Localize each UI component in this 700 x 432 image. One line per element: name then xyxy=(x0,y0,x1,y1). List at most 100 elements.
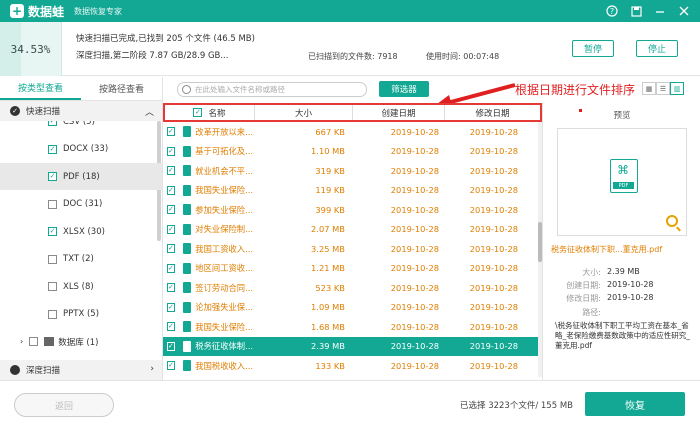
chevron-right-icon[interactable]: › xyxy=(150,364,154,374)
type-checkbox[interactable]: ✓ xyxy=(48,144,57,154)
expand-arrow-icon[interactable]: › xyxy=(20,337,23,346)
filter-button[interactable]: 筛选器 xyxy=(379,81,429,97)
database-icon xyxy=(44,337,55,346)
table-row[interactable]: ✓ 我国税收收入... 133 KB 2019-10-28 2019-10-28 xyxy=(163,356,542,376)
cell-size: 119 KB xyxy=(315,185,345,196)
cell-size: 1.68 MB xyxy=(311,321,345,332)
table-row[interactable]: ✓ 论加强失业保... 1.09 MB 2019-10-28 2019-10-28 xyxy=(163,298,542,318)
detail-view-icon[interactable]: ▥ xyxy=(670,82,684,95)
tree-item-label: PDF (18) xyxy=(63,171,100,182)
select-all-checkbox[interactable]: ✓ xyxy=(193,108,203,117)
table-row[interactable]: ✓ 参加失业保险... 399 KB 2019-10-28 2019-10-28 xyxy=(163,200,542,220)
close-icon[interactable] xyxy=(676,3,692,19)
row-checkbox[interactable]: ✓ xyxy=(167,205,175,215)
table-row[interactable]: ✓ 对失业保险制... 2.07 MB 2019-10-28 2019-10-28 xyxy=(163,220,542,240)
cell-modified: 2019-10-28 xyxy=(469,341,518,352)
row-checkbox[interactable]: ✓ xyxy=(167,322,175,332)
tree-item[interactable]: ✓ DOCX (33) xyxy=(0,136,162,163)
table-row[interactable]: ✓ 我国失业保险... 1.68 MB 2019-10-28 2019-10-28 xyxy=(163,317,542,337)
quick-scan-section[interactable]: ✓ 快速扫描 ︿ xyxy=(0,101,162,121)
tab-by-path[interactable]: 按路径查看 xyxy=(81,77,162,100)
tab-by-type[interactable]: 按类型查看 xyxy=(0,77,81,100)
row-checkbox[interactable]: ✓ xyxy=(167,283,175,293)
row-checkbox[interactable]: ✓ xyxy=(167,166,175,176)
svg-text:?: ? xyxy=(610,7,614,16)
cell-size: 523 KB xyxy=(315,282,345,293)
pdf-row-icon xyxy=(182,262,192,274)
table-row[interactable]: ✓ 签订劳动合同... 523 KB 2019-10-28 2019-10-28 xyxy=(163,278,542,298)
search-placeholder: 在此处输入文件名称或路径 xyxy=(195,85,285,94)
bottom-bar: 返回 已选择 3223个文件/ 155 MB 恢复 xyxy=(0,380,700,432)
column-name-label: 名称 xyxy=(208,108,226,119)
meta-created-value: 2019-10-28 xyxy=(607,280,654,289)
table-row[interactable]: ✓ 我国工资收入... 3.25 MB 2019-10-28 2019-10-28 xyxy=(163,239,542,259)
database-checkbox[interactable] xyxy=(29,337,39,346)
type-checkbox[interactable]: ✓ xyxy=(48,227,57,236)
row-checkbox[interactable]: ✓ xyxy=(167,146,175,156)
chevron-up-icon[interactable]: ︿ xyxy=(145,105,154,118)
pdf-row-icon xyxy=(182,223,192,235)
file-name: 我国税收收入... xyxy=(195,360,253,371)
cell-name: ✓ 改革开放以来... xyxy=(163,126,253,138)
preview-panel: 预览 ⌘ PDF 税务征收体制下职...董克用.pdf 大小: 2.39 MB … xyxy=(542,103,700,380)
type-checkbox[interactable] xyxy=(48,254,57,264)
row-checkbox[interactable]: ✓ xyxy=(167,263,175,273)
pause-button[interactable]: 暂停 xyxy=(572,40,614,57)
pdf-row-icon xyxy=(182,301,192,313)
preview-file-name: 税务征收体制下职...董克用.pdf xyxy=(551,245,663,254)
minimize-icon[interactable] xyxy=(652,3,668,19)
grid-view-icon[interactable]: ▦ xyxy=(642,82,656,95)
table-row[interactable]: ✓ 地区间工资收... 1.21 MB 2019-10-28 2019-10-28 xyxy=(163,259,542,279)
table-row[interactable]: ✓ 就业机会不平... 319 KB 2019-10-28 2019-10-28 xyxy=(163,161,542,181)
preview-thumbnail[interactable]: ⌘ PDF xyxy=(557,128,687,236)
tree-item[interactable]: ✓ XLSX (30) xyxy=(0,218,162,245)
row-checkbox[interactable]: ✓ xyxy=(167,361,175,371)
stop-button[interactable]: 停止 xyxy=(636,40,678,57)
cell-created: 2019-10-28 xyxy=(390,360,439,371)
row-checkbox[interactable]: ✓ xyxy=(167,302,175,312)
tree-item[interactable]: DOC (31) xyxy=(0,191,162,218)
tree-item[interactable]: TXT (2) xyxy=(0,246,162,273)
column-size[interactable]: 大小 xyxy=(255,105,353,120)
acrobat-icon: ⌘ xyxy=(617,163,629,177)
cell-modified: 2019-10-28 xyxy=(469,146,518,157)
table-row[interactable]: ✓ 改革开放以来... 667 KB 2019-10-28 2019-10-28 xyxy=(163,122,542,142)
tree-item-label: TXT (2) xyxy=(63,254,94,264)
type-checkbox[interactable] xyxy=(48,282,57,291)
cell-created: 2019-10-28 xyxy=(390,282,439,293)
tree-item[interactable]: XLS (8) xyxy=(0,273,162,300)
search-input[interactable]: 在此处输入文件名称或路径 xyxy=(177,82,367,97)
tree-item[interactable]: ✓ CSV (5) xyxy=(0,121,162,135)
deep-scan-section[interactable]: 深度扫描 › xyxy=(0,360,162,380)
tree-item[interactable]: ✓ PDF (18) xyxy=(0,163,162,190)
type-checkbox[interactable]: ✓ xyxy=(48,172,57,181)
help-icon[interactable]: ? xyxy=(604,3,620,19)
type-checkbox[interactable] xyxy=(48,199,57,209)
column-modified[interactable]: 修改日期 xyxy=(445,105,540,120)
row-checkbox[interactable]: ✓ xyxy=(167,341,175,351)
zoom-icon[interactable] xyxy=(666,215,678,227)
table-row[interactable]: ✓ 基于可拓化及... 1.10 MB 2019-10-28 2019-10-28 xyxy=(163,142,542,162)
row-checkbox[interactable]: ✓ xyxy=(167,127,175,137)
back-button[interactable]: 返回 xyxy=(14,393,114,417)
recover-button[interactable]: 恢复 xyxy=(585,392,685,416)
file-name: 参加失业保险... xyxy=(195,204,253,215)
tree-item[interactable]: PPTX (5) xyxy=(0,301,162,328)
type-checkbox[interactable]: ✓ xyxy=(48,121,57,126)
cell-name: ✓ 论加强失业保... xyxy=(163,301,253,313)
row-checkbox[interactable]: ✓ xyxy=(167,185,175,195)
row-checkbox[interactable]: ✓ xyxy=(167,224,175,234)
meta-path: 路径: xyxy=(551,307,699,318)
table-row[interactable]: ✓ 税务征收体制... 2.39 MB 2019-10-28 2019-10-28 xyxy=(163,336,542,356)
type-checkbox[interactable] xyxy=(48,309,57,319)
column-created[interactable]: 创建日期 xyxy=(353,105,445,120)
tree-item-label: 数据库 (1) xyxy=(58,337,99,348)
column-name[interactable]: ✓ 名称 xyxy=(165,105,255,120)
list-view-icon[interactable]: ☰ xyxy=(656,82,670,95)
table-row[interactable]: ✓ 我国失业保险... 119 KB 2019-10-28 2019-10-28 xyxy=(163,181,542,201)
row-checkbox[interactable]: ✓ xyxy=(167,244,175,254)
cell-name: ✓ 对失业保险制... xyxy=(163,223,253,235)
scan-percent: 34.53% xyxy=(10,42,51,56)
save-icon[interactable] xyxy=(628,3,644,19)
tree-item-database[interactable]: › 数据库 (1) xyxy=(0,328,162,354)
